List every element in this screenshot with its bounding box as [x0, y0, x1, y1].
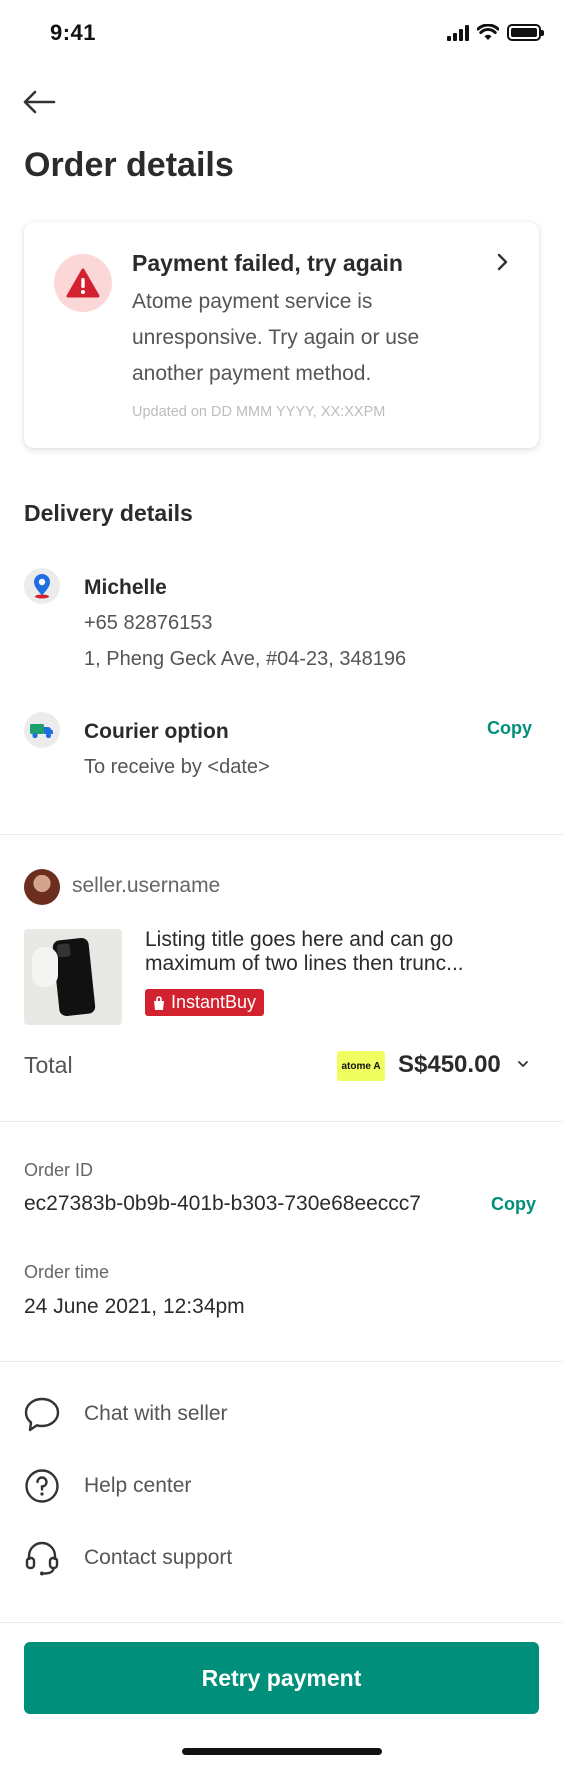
- help-center-row[interactable]: Help center: [24, 1464, 539, 1508]
- contact-support-row[interactable]: Contact support: [24, 1536, 539, 1580]
- badge-label: InstantBuy: [171, 992, 257, 1012]
- location-pin-icon: [24, 568, 60, 604]
- help-circle-icon: [24, 1468, 60, 1504]
- total-label: Total: [24, 1052, 73, 1078]
- contact-support-label: Contact support: [84, 1546, 233, 1569]
- divider: [0, 1121, 563, 1122]
- order-id-value: ec27383b-0b9b-401b-b303-730e68eeccc7: [24, 1192, 421, 1215]
- alert-icon-container: [54, 254, 112, 312]
- chevron-right-icon: [497, 253, 508, 271]
- alert-message: Atome payment service is unresponsive. T…: [132, 290, 420, 385]
- battery-icon: [507, 24, 544, 41]
- instantbuy-badge: InstantBuy: [145, 989, 265, 1016]
- status-bar: 9:41: [0, 0, 563, 70]
- divider: [0, 834, 563, 835]
- alert-title: Payment failed, try again: [132, 250, 403, 276]
- wifi-icon: [477, 24, 499, 40]
- help-center-label: Help center: [84, 1474, 192, 1497]
- recipient-address: 1, Pheng Geck Ave, #04-23, 348196: [84, 648, 407, 670]
- delivery-truck-icon: [24, 712, 60, 748]
- courier-option-label: Courier option: [84, 720, 229, 743]
- listing-image[interactable]: [24, 929, 122, 1025]
- divider: [0, 1622, 563, 1623]
- arrow-left-icon: [23, 90, 56, 114]
- headset-icon: [24, 1540, 60, 1576]
- seller-avatar[interactable]: [24, 869, 60, 905]
- recipient-name: Michelle: [84, 576, 167, 599]
- warning-triangle-icon: [66, 268, 100, 298]
- recipient-phone: +65 82876153: [84, 612, 213, 634]
- delivery-section-title: Delivery details: [24, 500, 193, 526]
- payment-failed-card[interactable]: Payment failed, try again Atome payment …: [24, 222, 539, 448]
- seller-username[interactable]: seller.username: [72, 874, 220, 898]
- atome-logo: atome A: [337, 1051, 385, 1081]
- back-button[interactable]: [22, 84, 62, 120]
- order-time-label: Order time: [24, 1262, 110, 1282]
- chat-with-seller-label: Chat with seller: [84, 1402, 228, 1425]
- divider: [0, 1361, 563, 1362]
- home-indicator: [182, 1748, 382, 1755]
- chat-bubble-icon: [24, 1396, 60, 1432]
- order-id-label: Order ID: [24, 1160, 94, 1180]
- order-time-value: 24 June 2021, 12:34pm: [24, 1295, 245, 1318]
- listing-title-line-1: Listing title goes here and can go: [145, 928, 454, 951]
- status-time: 9:41: [50, 20, 97, 45]
- retry-payment-button[interactable]: Retry payment: [24, 1642, 539, 1714]
- chevron-down-icon[interactable]: [517, 1060, 529, 1068]
- page-title: Order details: [24, 146, 234, 184]
- listing-title[interactable]: Listing title goes here and can go maxim…: [145, 928, 525, 976]
- listing-title-line-2: maximum of two lines then trunc...: [145, 952, 464, 975]
- status-icons: [447, 24, 544, 41]
- chat-with-seller-row[interactable]: Chat with seller: [24, 1392, 539, 1436]
- copy-delivery-button[interactable]: Copy: [487, 718, 532, 739]
- alert-updated-time: Updated on DD MMM YYYY, XX:XXPM: [132, 404, 386, 420]
- copy-order-id-button[interactable]: Copy: [491, 1194, 536, 1215]
- total-amount[interactable]: S$450.00: [398, 1051, 501, 1079]
- courier-option-detail: To receive by <date>: [84, 756, 270, 778]
- cellular-signal-icon: [447, 24, 469, 41]
- lightning-bag-icon: [154, 995, 164, 1010]
